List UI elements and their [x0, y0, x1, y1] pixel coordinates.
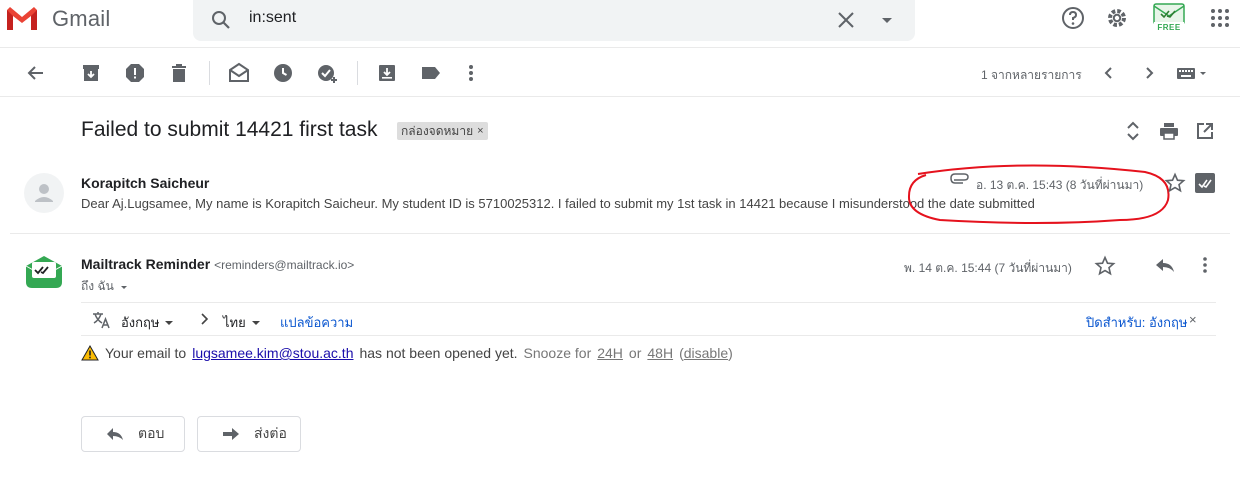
disable-link[interactable]: disable [684, 345, 728, 361]
recipient-email-link[interactable]: lugsamee.kim@stou.ac.th [192, 345, 353, 361]
message-snippet[interactable]: Dear Aj.Lugsamee, My name is Korapitch S… [81, 196, 1035, 211]
source-language-select[interactable]: อังกฤษ [121, 312, 175, 333]
close-paren: ) [728, 345, 733, 361]
snooze-label: Snooze for [523, 345, 592, 361]
mailtrack-avatar[interactable] [24, 254, 64, 294]
message-sender[interactable]: Mailtrack Reminder <reminders@mailtrack.… [81, 256, 354, 272]
reply-button[interactable]: ตอบ [81, 416, 185, 452]
red-annotation-ellipse [907, 164, 1170, 224]
notice-prefix: Your email to [105, 345, 187, 361]
forward-icon [223, 428, 239, 440]
report-spam-icon[interactable] [123, 61, 147, 85]
sender-avatar[interactable] [24, 173, 64, 213]
translate-bar: อังกฤษ ไทย แปลข้อความ ปิดสำหรับ: อังกฤษ … [81, 302, 1216, 336]
add-to-tasks-icon[interactable] [315, 61, 339, 85]
archive-icon[interactable] [79, 61, 103, 85]
search-options-icon[interactable] [875, 8, 899, 32]
apps-grid-icon[interactable] [1208, 6, 1232, 30]
top-header: Gmail FREE [0, 0, 1240, 48]
turn-off-translation-link[interactable]: ปิดสำหรับ: อังกฤษ [1086, 312, 1187, 333]
warning-icon [81, 345, 99, 361]
clear-search-icon[interactable] [833, 7, 859, 33]
source-language: อังกฤษ [121, 315, 160, 330]
search-icon[interactable] [209, 8, 233, 32]
snooze-48h-link[interactable]: 48H [647, 345, 673, 361]
settings-gear-icon[interactable] [1104, 5, 1130, 31]
gmail-logo-icon[interactable] [4, 4, 40, 32]
search-box[interactable] [193, 0, 915, 41]
next-chevron-icon[interactable] [1137, 61, 1161, 85]
input-tools-keyboard-icon[interactable] [1175, 61, 1211, 85]
print-icon[interactable] [1158, 120, 1180, 142]
label-text: กล่องจดหมาย [401, 124, 474, 138]
star-icon[interactable] [1094, 255, 1116, 277]
message-date: พ. 14 ต.ค. 15:44 (7 วันที่ผ่านมา) [904, 261, 1072, 275]
badge-text: FREE [1157, 23, 1181, 32]
chevron-right-icon [197, 312, 211, 326]
dropdown-caret-icon [165, 320, 174, 325]
remove-label-button[interactable]: × [477, 122, 483, 140]
forward-label: ส่งต่อ [254, 425, 287, 441]
mailtrack-badge[interactable]: FREE [1150, 0, 1188, 36]
details-dropdown-icon[interactable] [118, 281, 130, 293]
reply-label: ตอบ [138, 425, 165, 441]
inbox-label-chip[interactable]: กล่องจดหมาย × [397, 122, 488, 140]
sender-name[interactable]: Mailtrack Reminder [81, 256, 210, 272]
toolbar-divider [357, 61, 358, 85]
sender-email: <reminders@mailtrack.io> [214, 258, 355, 272]
open-new-window-icon[interactable] [1194, 120, 1216, 142]
snooze-clock-icon[interactable] [271, 61, 295, 85]
more-vertical-icon[interactable] [1194, 254, 1216, 276]
previous-chevron-icon[interactable] [1097, 61, 1121, 85]
brand-title: Gmail [52, 6, 111, 31]
close-translate-button[interactable]: × [1189, 312, 1197, 327]
forward-button[interactable]: ส่งต่อ [197, 416, 301, 452]
target-language-select[interactable]: ไทย [223, 312, 262, 333]
recipient-text: ถึง ฉัน [81, 279, 114, 293]
star-icon[interactable] [1164, 172, 1186, 194]
delete-trash-icon[interactable] [167, 61, 191, 85]
pager-count: 1 จากหลายรายการ [981, 68, 1082, 82]
reply-icon [107, 428, 123, 440]
notice-status: has not been opened yet. [359, 345, 518, 361]
reply-arrow-icon[interactable] [1154, 254, 1176, 276]
mailtrack-checks-icon[interactable] [1195, 173, 1215, 193]
more-vertical-icon[interactable] [459, 61, 483, 85]
mark-unread-icon[interactable] [227, 61, 251, 85]
translate-message-link[interactable]: แปลข้อความ [280, 312, 353, 333]
search-input[interactable] [249, 9, 809, 27]
message-sender[interactable]: Korapitch Saicheur [81, 175, 209, 191]
label-tag-icon[interactable] [419, 61, 443, 85]
help-icon[interactable] [1060, 5, 1086, 31]
message-divider [10, 233, 1230, 234]
snooze-24h-link[interactable]: 24H [597, 345, 623, 361]
expand-all-icon[interactable] [1122, 120, 1144, 142]
target-language: ไทย [223, 315, 246, 330]
or-text: or [628, 345, 642, 361]
mailtrack-notice: Your email to lugsamee.kim@stou.ac.th ha… [81, 345, 733, 361]
dropdown-caret-icon [251, 320, 260, 325]
toolbar-divider [209, 61, 210, 85]
recipient-details[interactable]: ถึง ฉัน [81, 277, 130, 296]
thread-subject: Failed to submit 14421 first task [81, 118, 378, 141]
move-to-icon[interactable] [375, 61, 399, 85]
message-toolbar: 1 จากหลายรายการ [0, 49, 1240, 97]
back-arrow-icon[interactable] [24, 61, 48, 85]
translate-icon [91, 310, 111, 330]
